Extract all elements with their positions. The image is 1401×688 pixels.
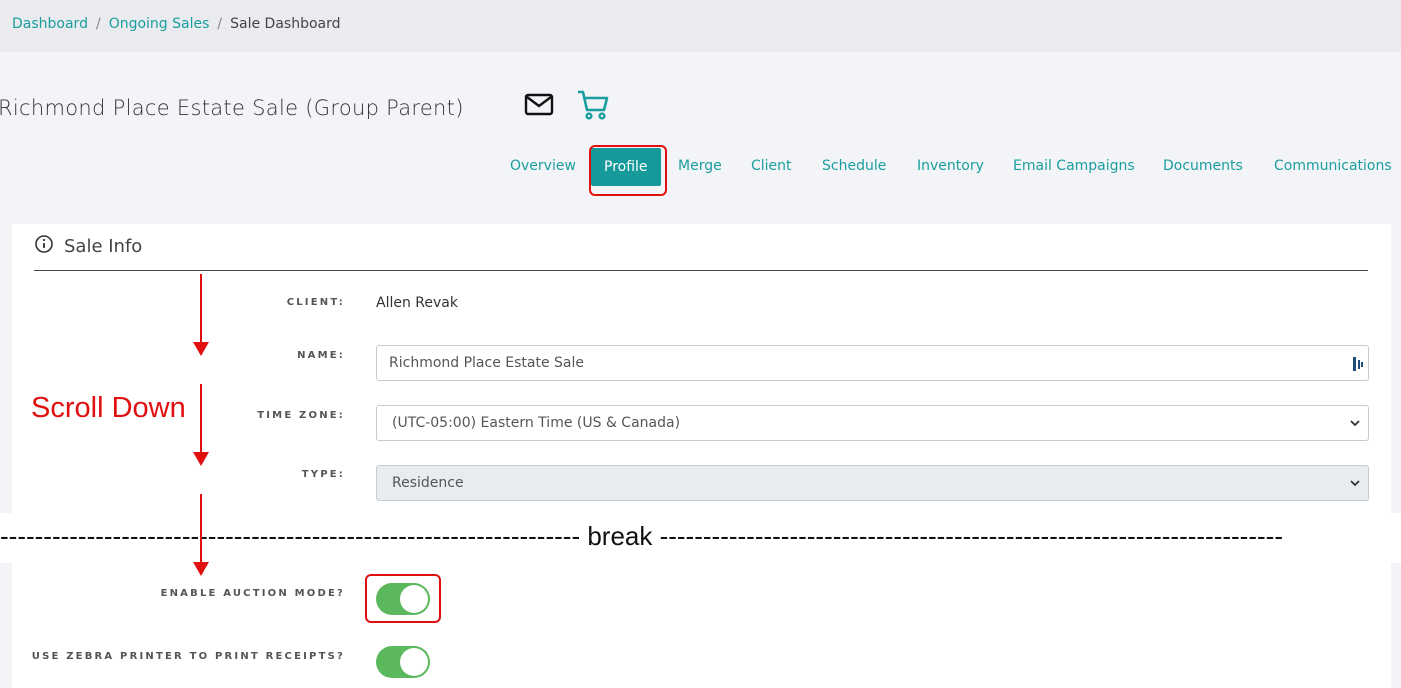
timezone-label: TIME ZONE: (257, 410, 345, 421)
scroll-arrow-head (193, 342, 209, 356)
tab-documents[interactable]: Documents (1163, 158, 1243, 174)
mail-icon[interactable] (524, 92, 554, 118)
divider (34, 270, 1368, 271)
sale-info-card: Sale Info (12, 224, 1391, 688)
breadcrumb-link-dashboard[interactable]: Dashboard (12, 16, 88, 32)
chevron-down-icon (1348, 416, 1362, 430)
client-label: CLIENT: (286, 297, 345, 308)
page-break-annotation: ----------------------------------------… (0, 521, 1283, 551)
client-value: Allen Revak (376, 295, 458, 311)
scroll-down-annotation: Scroll Down (31, 392, 186, 424)
toggle-knob (400, 648, 428, 676)
type-select[interactable]: Residence (376, 465, 1369, 501)
tab-merge[interactable]: Merge (678, 158, 722, 174)
sale-info-header: Sale Info (34, 234, 142, 259)
zebra-printer-toggle[interactable] (376, 646, 430, 678)
annotation-highlight-profile (589, 145, 667, 196)
sale-info-title: Sale Info (64, 236, 143, 257)
tab-schedule[interactable]: Schedule (822, 158, 886, 174)
name-input-value: Richmond Place Estate Sale (389, 355, 585, 371)
chevron-down-icon (1348, 476, 1362, 490)
type-select-value: Residence (392, 475, 464, 491)
scroll-arrow-line (200, 274, 202, 344)
breadcrumb-bar: Dashboard / Ongoing Sales / Sale Dashboa… (0, 0, 1401, 52)
annotation-highlight-toggle (365, 574, 441, 623)
tab-overview[interactable]: Overview (510, 158, 576, 174)
timezone-select[interactable]: (UTC-05:00) Eastern Time (US & Canada) (376, 405, 1369, 441)
tab-communications[interactable]: Communications (1274, 158, 1392, 174)
scroll-arrow-head (193, 452, 209, 466)
name-input[interactable]: Richmond Place Estate Sale (376, 345, 1369, 381)
breadcrumb: Dashboard / Ongoing Sales / Sale Dashboa… (12, 16, 341, 32)
tab-inventory[interactable]: Inventory (917, 158, 984, 174)
breadcrumb-current: Sale Dashboard (230, 16, 341, 32)
auction-mode-label: ENABLE AUCTION MODE? (160, 588, 345, 599)
cart-icon[interactable] (576, 88, 610, 122)
info-icon (34, 234, 54, 259)
breadcrumb-separator: / (217, 16, 223, 32)
zebra-printer-label: USE ZEBRA PRINTER TO PRINT RECEIPTS? (31, 651, 345, 662)
scroll-arrow-line (200, 384, 202, 454)
scroll-arrow-line (200, 494, 202, 564)
tab-client[interactable]: Client (751, 158, 792, 174)
name-label: NAME: (297, 350, 345, 361)
tab-email-campaigns[interactable]: Email Campaigns (1013, 158, 1135, 174)
type-label: TYPE: (301, 469, 345, 480)
tab-bar: Overview Profile Merge Client Schedule I… (0, 148, 1401, 188)
page-title: Richmond Place Estate Sale (Group Parent… (0, 96, 464, 120)
timezone-select-value: (UTC-05:00) Eastern Time (US & Canada) (392, 415, 681, 431)
scroll-arrow-head (193, 562, 209, 576)
breadcrumb-separator: / (95, 16, 101, 32)
field-extension-icon[interactable] (1352, 356, 1364, 376)
breadcrumb-link-ongoing-sales[interactable]: Ongoing Sales (109, 16, 210, 32)
